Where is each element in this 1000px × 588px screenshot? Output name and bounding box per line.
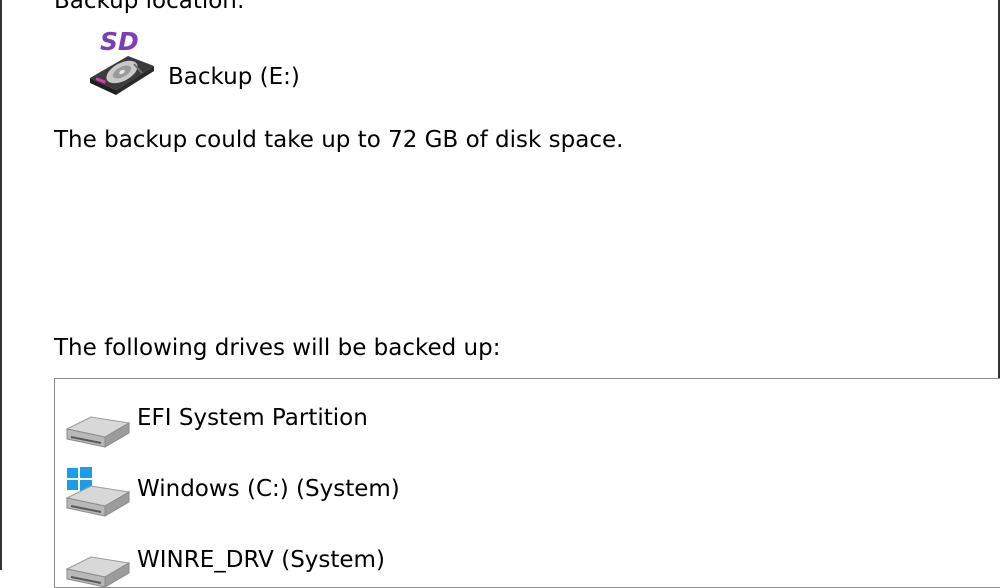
list-item[interactable]: WINRE_DRV (System): [55, 521, 1000, 587]
hard-drive-icon: [65, 556, 131, 587]
drives-list-heading: The following drives will be backed up:: [54, 335, 501, 361]
list-item[interactable]: EFI System Partition: [55, 379, 1000, 449]
disk-space-estimate: The backup could take up to 72 GB of dis…: [54, 127, 624, 153]
list-item[interactable]: Windows (C:) (System): [55, 450, 1000, 520]
drive-label: Windows (C:) (System): [137, 476, 400, 502]
sd-card-drive-icon: SD: [90, 27, 154, 95]
drive-label: EFI System Partition: [137, 405, 368, 431]
backup-settings-panel: Backup location: SD Backup (E:) The back…: [0, 0, 1000, 588]
hard-drive-icon: [65, 416, 131, 448]
backup-target-name: Backup (E:): [168, 64, 300, 90]
backup-location-label: Backup location:: [54, 0, 245, 14]
drives-list[interactable]: EFI System Partition Windows (C:) (Syste…: [54, 378, 1000, 588]
sd-icon-text: SD: [100, 27, 139, 56]
windows-drive-icon: [65, 467, 131, 517]
